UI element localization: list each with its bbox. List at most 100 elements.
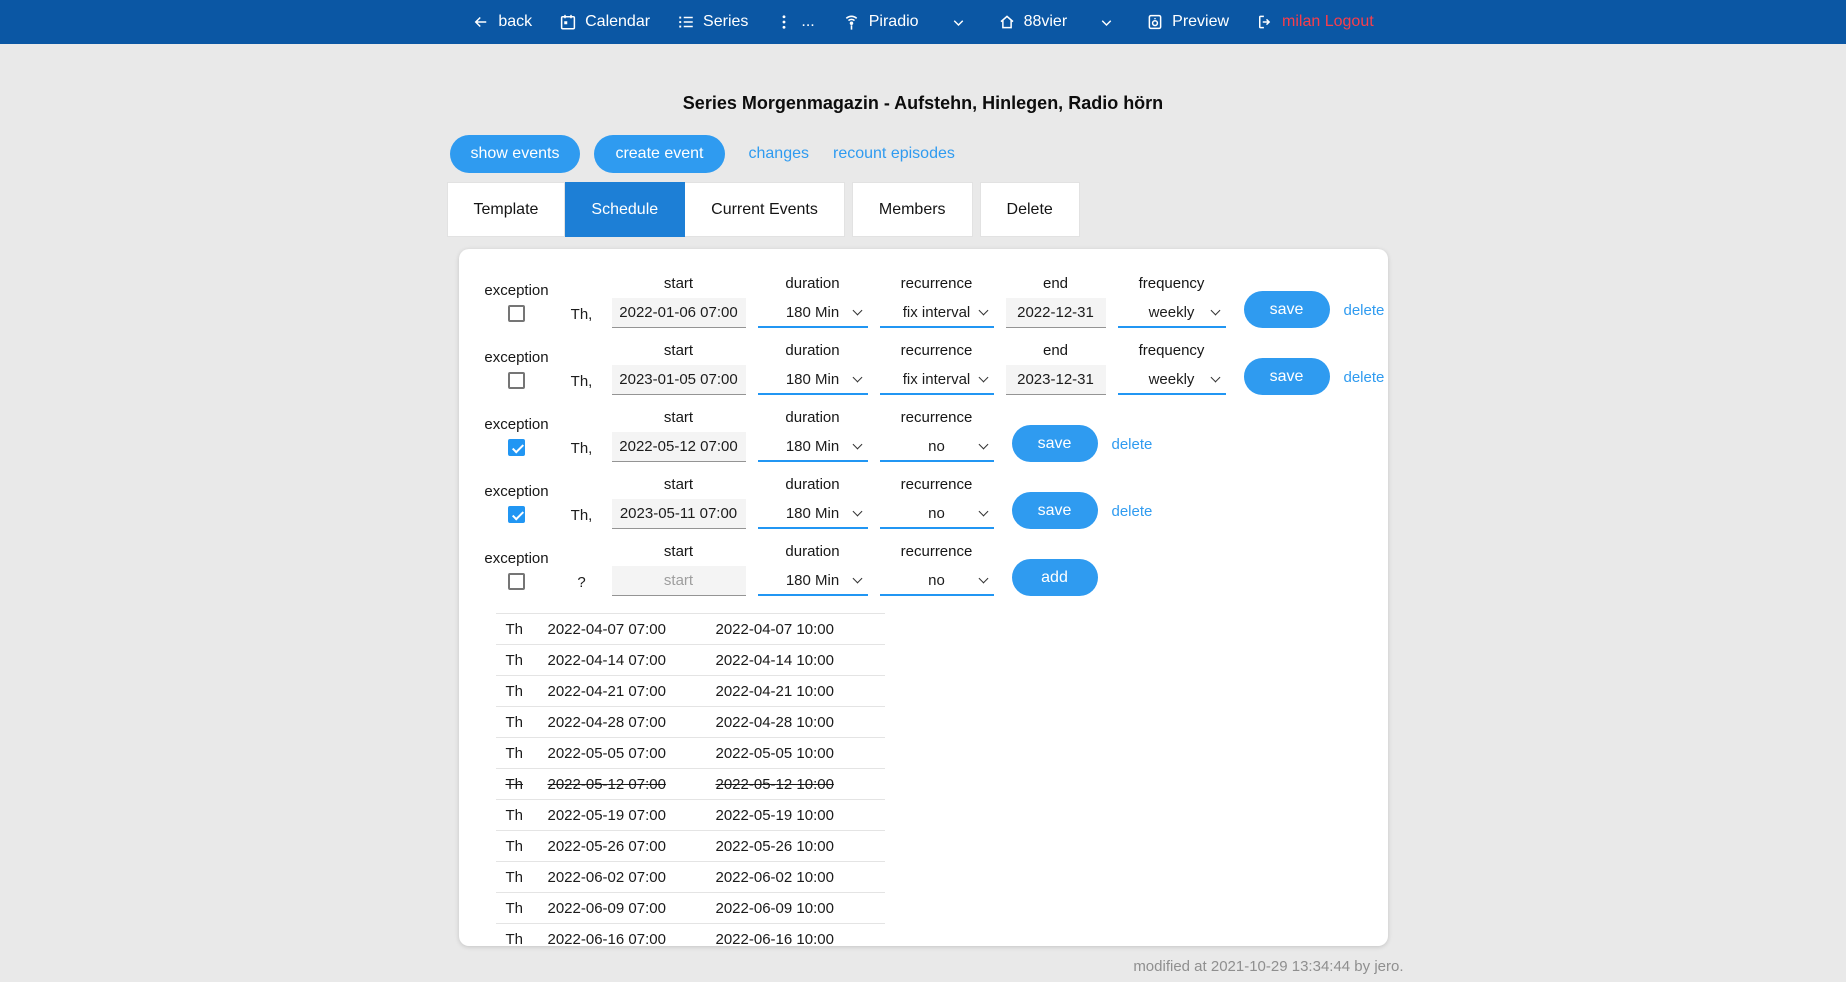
create-event-button[interactable]: create event <box>594 135 724 173</box>
start-label: start <box>664 275 693 292</box>
nav-calendar[interactable]: Calendar <box>559 13 650 31</box>
frequency-value: weekly <box>1149 304 1195 321</box>
exception-checkbox[interactable] <box>508 573 525 590</box>
duration-label: duration <box>785 409 839 426</box>
start-input[interactable] <box>612 499 746 529</box>
tab-current-events[interactable]: Current Events <box>685 182 845 237</box>
recurrence-label: recurrence <box>901 476 973 493</box>
recurrence-label: recurrence <box>901 275 973 292</box>
event-end: 2022-04-07 10:00 <box>716 621 885 638</box>
chevron-down-icon <box>978 507 988 517</box>
event-day: Th <box>496 776 548 793</box>
start-input[interactable] <box>612 566 746 596</box>
event-start: 2022-06-16 07:00 <box>548 931 716 947</box>
recurrence-label: recurrence <box>901 543 973 560</box>
event-row: Th2022-06-09 07:002022-06-09 10:00 <box>496 893 885 924</box>
event-day: Th <box>496 900 548 917</box>
nav-logout[interactable]: milan Logout <box>1256 13 1374 31</box>
exception-checkbox[interactable] <box>508 439 525 456</box>
day-label: Th, <box>564 499 600 529</box>
start-input[interactable] <box>612 365 746 395</box>
save-button[interactable]: save <box>1244 358 1330 395</box>
duration-select[interactable]: 180 Min <box>758 298 868 328</box>
recurrence-select[interactable]: fix interval <box>880 298 994 328</box>
duration-select[interactable]: 180 Min <box>758 566 868 596</box>
start-label: start <box>664 543 693 560</box>
home-icon <box>998 13 1016 31</box>
schedule-add-row: exception ? start duration180 Min recurr… <box>482 543 1388 596</box>
exception-checkbox[interactable] <box>508 506 525 523</box>
page-title: Series Morgenmagazin - Aufstehn, Hinlege… <box>459 93 1388 114</box>
station-dropdown-chevron-icon[interactable] <box>1098 14 1115 31</box>
changes-link[interactable]: changes <box>749 145 810 163</box>
delete-link[interactable]: delete <box>1112 436 1153 462</box>
event-end: 2022-06-16 10:00 <box>716 931 885 947</box>
nav-more-menu[interactable]: ... <box>775 13 814 31</box>
chevron-down-icon <box>1210 306 1220 316</box>
exception-checkbox[interactable] <box>508 372 525 389</box>
show-events-button[interactable]: show events <box>450 135 581 173</box>
start-label: start <box>664 476 693 493</box>
recurrence-value: fix interval <box>903 304 971 321</box>
duration-select[interactable]: 180 Min <box>758 432 868 462</box>
duration-label: duration <box>785 476 839 493</box>
calendar-icon <box>559 13 577 31</box>
exception-checkbox[interactable] <box>508 305 525 322</box>
chevron-down-icon <box>852 574 862 584</box>
duration-select[interactable]: 180 Min <box>758 499 868 529</box>
piradio-dropdown-chevron-icon[interactable] <box>950 14 967 31</box>
delete-link[interactable]: delete <box>1344 369 1385 395</box>
duration-select[interactable]: 180 Min <box>758 365 868 395</box>
event-end: 2022-05-05 10:00 <box>716 745 885 762</box>
chevron-down-icon <box>852 440 862 450</box>
event-row: Th2022-04-07 07:002022-04-07 10:00 <box>496 614 885 645</box>
save-button[interactable]: save <box>1244 291 1330 328</box>
recurrence-select[interactable]: no <box>880 566 994 596</box>
nav-series[interactable]: Series <box>677 13 748 31</box>
nav-back[interactable]: back <box>472 13 532 31</box>
tab-template[interactable]: Template <box>447 182 566 237</box>
nav-back-label: back <box>498 13 532 31</box>
recurrence-select[interactable]: no <box>880 499 994 529</box>
event-start: 2022-05-05 07:00 <box>548 745 716 762</box>
duration-value: 180 Min <box>786 438 839 455</box>
event-end: 2022-04-21 10:00 <box>716 683 885 700</box>
frequency-select[interactable]: weekly <box>1118 298 1226 328</box>
start-input[interactable] <box>612 432 746 462</box>
tab-schedule[interactable]: Schedule <box>565 182 685 237</box>
nav-piradio-label: Piradio <box>869 13 919 31</box>
exception-label: exception <box>484 550 548 567</box>
recurrence-select[interactable]: no <box>880 432 994 462</box>
end-label: end <box>1043 275 1068 292</box>
event-end: 2022-05-12 10:00 <box>716 776 885 793</box>
nav-preview[interactable]: Preview <box>1146 13 1229 31</box>
nav-preview-label: Preview <box>1172 13 1229 31</box>
event-start: 2022-05-19 07:00 <box>548 807 716 824</box>
recurrence-label: recurrence <box>901 342 973 359</box>
event-row: Th2022-04-21 07:002022-04-21 10:00 <box>496 676 885 707</box>
delete-link[interactable]: delete <box>1112 503 1153 529</box>
tab-delete[interactable]: Delete <box>980 182 1080 237</box>
event-start: 2022-05-12 07:00 <box>548 776 716 793</box>
event-row: Th2022-06-16 07:002022-06-16 10:00 <box>496 924 885 946</box>
frequency-label: frequency <box>1139 275 1205 292</box>
end-input[interactable] <box>1006 365 1106 395</box>
event-start: 2022-04-07 07:00 <box>548 621 716 638</box>
end-input[interactable] <box>1006 298 1106 328</box>
add-button[interactable]: add <box>1012 559 1098 596</box>
delete-link[interactable]: delete <box>1344 302 1385 328</box>
event-start: 2022-04-21 07:00 <box>548 683 716 700</box>
frequency-select[interactable]: weekly <box>1118 365 1226 395</box>
event-start: 2022-05-26 07:00 <box>548 838 716 855</box>
duration-label: duration <box>785 275 839 292</box>
recurrence-select[interactable]: fix interval <box>880 365 994 395</box>
save-button[interactable]: save <box>1012 425 1098 462</box>
tab-members[interactable]: Members <box>852 182 973 237</box>
recount-episodes-link[interactable]: recount episodes <box>833 145 955 163</box>
event-day: Th <box>496 714 548 731</box>
broadcast-icon <box>842 13 861 32</box>
nav-piradio[interactable]: Piradio <box>842 13 919 32</box>
save-button[interactable]: save <box>1012 492 1098 529</box>
nav-station[interactable]: 88vier <box>998 13 1068 31</box>
start-input[interactable] <box>612 298 746 328</box>
